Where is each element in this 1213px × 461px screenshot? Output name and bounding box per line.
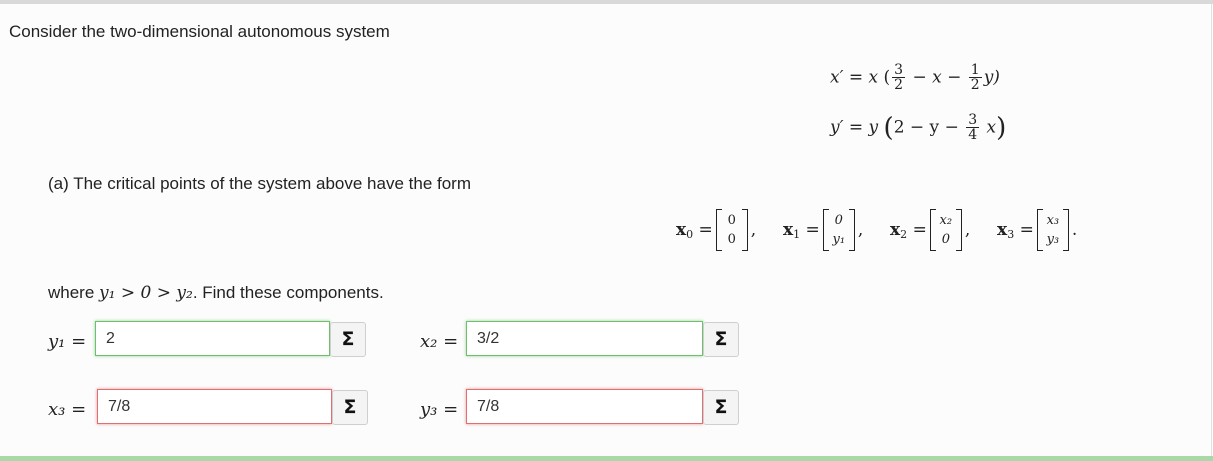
fraction-3-4: 34 xyxy=(966,112,980,143)
x3-label: x₃ = xyxy=(48,399,87,420)
x2-input[interactable]: 3/2 xyxy=(466,321,703,356)
critical-point-x1: x1 = 0 y₁, xyxy=(783,209,863,251)
fraction-1-2: 12 xyxy=(968,62,982,93)
intro-text: Consider the two-dimensional autonomous … xyxy=(9,22,390,41)
y3-sigma-button[interactable]: Σ xyxy=(703,390,739,425)
critical-point-x0: x0 = 0 0, xyxy=(676,209,756,251)
critical-point-x3: x3 = x₃ y₃. xyxy=(997,209,1077,251)
critical-points: x0 = 0 0, x1 = 0 y₁, x2 = x₂ 0, x3 = x₃ y₃. xyxy=(676,209,1077,251)
critical-point-x2: x2 = x₂ 0, xyxy=(890,209,970,251)
x3-input[interactable]: 7/8 xyxy=(97,389,332,424)
y3-input[interactable]: 7/8 xyxy=(466,389,703,424)
x2-sigma-button[interactable]: Σ xyxy=(703,322,739,357)
equation-yprime: y′ = y (2 − y − 34 x) xyxy=(830,112,1007,143)
y3-label: y₃ = xyxy=(420,399,459,420)
bottom-border xyxy=(0,456,1213,461)
y1-label: y₁ = xyxy=(48,331,87,352)
part-a-text: (a) The critical points of the system ab… xyxy=(48,174,471,193)
y1-input[interactable]: 2 xyxy=(95,321,330,356)
x2-label: x₂ = xyxy=(420,331,459,352)
where-text: where y₁ > 0 > y₂. Find these components… xyxy=(48,283,384,303)
fraction-3-2: 32 xyxy=(892,62,906,93)
x3-sigma-button[interactable]: Σ xyxy=(332,390,368,425)
equation-xprime: x′ = x (3 2 − x − 1 2 y) xyxy=(830,62,1000,93)
y1-sigma-button[interactable]: Σ xyxy=(330,322,366,357)
